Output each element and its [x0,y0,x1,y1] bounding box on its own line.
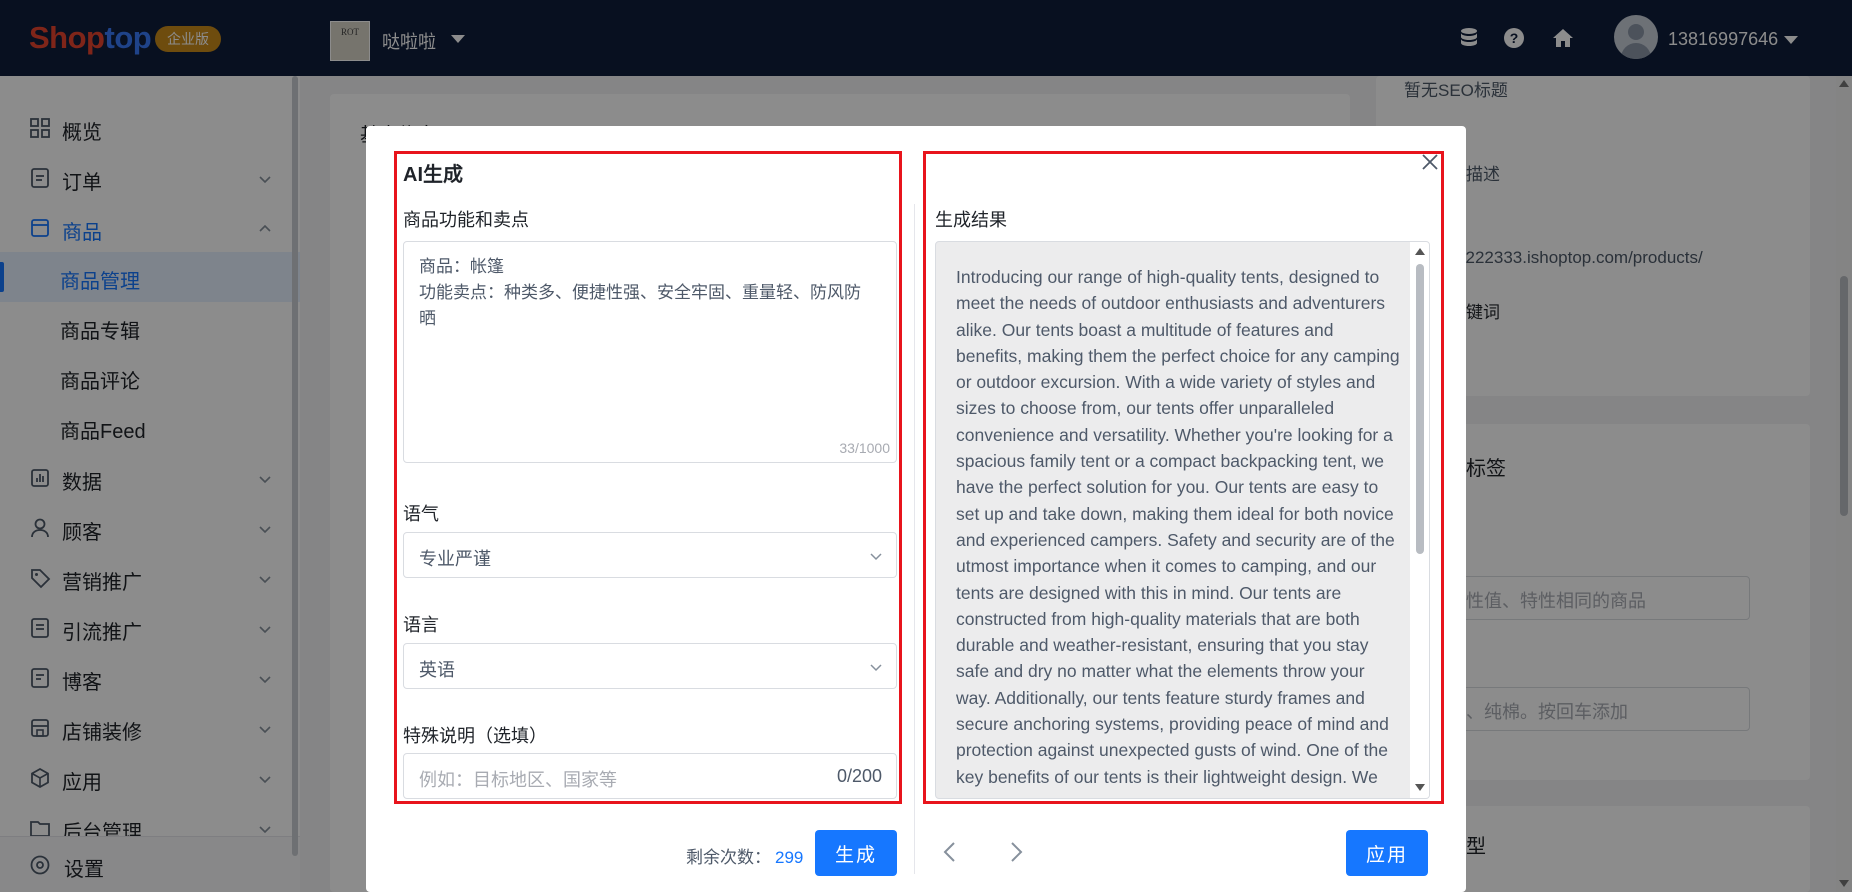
next-result-icon[interactable] [1006,840,1026,864]
ai-generate-dialog: AI生成 商品功能和卖点 商品：帐篷 功能卖点：种类多、便捷性强、安全牢固、重量… [366,126,1466,892]
result-textarea[interactable]: Introducing our range of high-quality te… [935,241,1430,799]
features-textarea[interactable]: 商品：帐篷 功能卖点：种类多、便捷性强、安全牢固、重量轻、防风防 晒 33/10… [403,241,897,463]
apply-button[interactable]: 应用 [1346,830,1428,876]
chevron-down-icon [870,664,882,672]
special-notes-input[interactable]: 例如：目标地区、国家等 0/200 [403,753,897,799]
features-counter: 33/1000 [839,440,890,456]
close-icon[interactable] [1420,152,1440,172]
features-label: 商品功能和卖点 [403,210,529,230]
generate-button[interactable]: 生成 [815,830,897,876]
dialog-title: AI生成 [403,164,463,186]
language-select[interactable]: 英语 [403,643,897,689]
result-text: Introducing our range of high-quality te… [956,267,1400,787]
result-scrollbar[interactable] [1410,242,1429,798]
column-divider [914,204,915,874]
special-notes-counter: 0/200 [836,766,882,786]
features-line: 商品：帐篷 [419,257,504,276]
tone-label: 语气 [403,504,439,524]
features-line: 晒 [419,309,436,328]
result-label: 生成结果 [935,210,1007,230]
chevron-down-icon [870,553,882,561]
tone-select[interactable]: 专业严谨 [403,532,897,578]
remaining-count: 剩余次数： 299 [686,848,804,867]
language-label: 语言 [403,615,439,635]
features-line: 功能卖点：种类多、便捷性强、安全牢固、重量轻、防风防 [419,283,861,302]
special-notes-label: 特殊说明（选填） [403,726,547,746]
previous-result-icon[interactable] [940,840,960,864]
